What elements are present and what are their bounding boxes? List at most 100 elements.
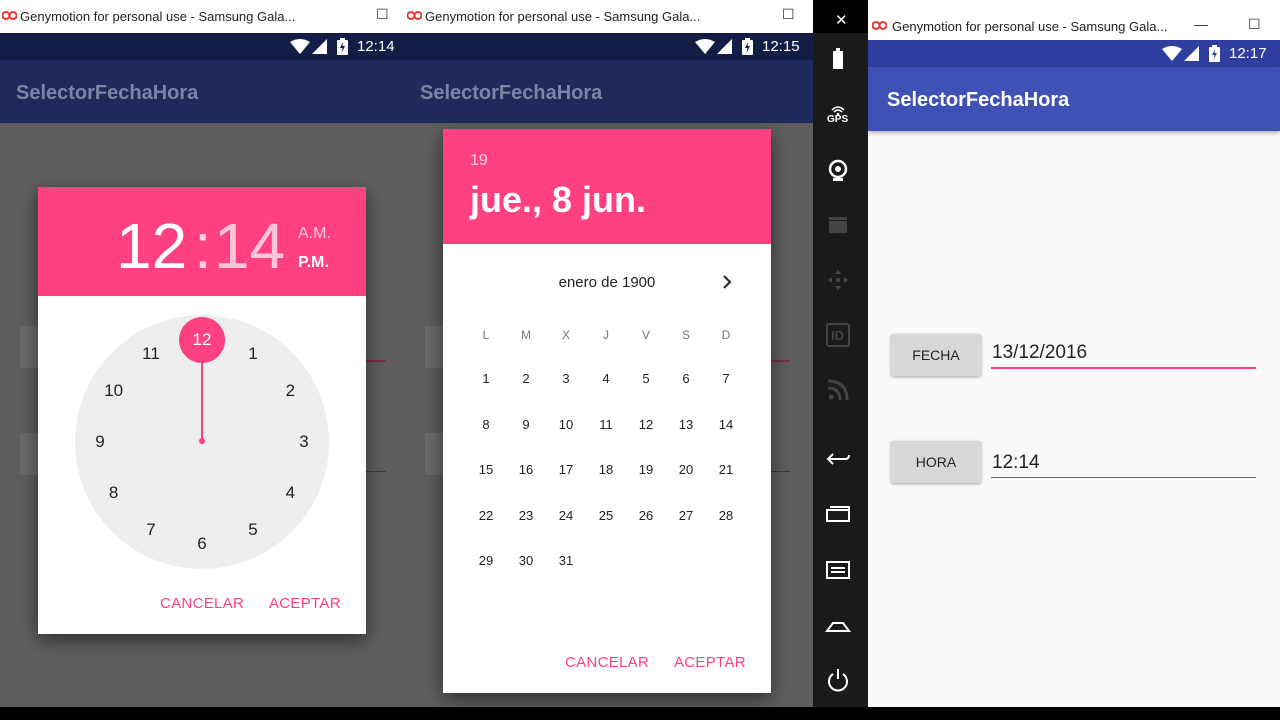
calendar-day[interactable]: 25 xyxy=(591,508,621,523)
clock-number[interactable]: 8 xyxy=(102,483,126,503)
window-titlebar[interactable]: Genymotion for personal use - Samsung Ga… xyxy=(0,0,405,33)
time-accept-button[interactable]: ACEPTAR xyxy=(269,595,341,612)
battery-icon[interactable] xyxy=(823,45,853,75)
calendar-day[interactable]: 27 xyxy=(671,508,701,523)
app-bar: SelectorFechaHora xyxy=(868,67,1280,131)
fecha-button-label: FECHA xyxy=(912,347,960,363)
window-titlebar[interactable]: Genymotion for personal use - Samsung Ga… xyxy=(868,0,1280,40)
home-icon[interactable] xyxy=(823,610,853,640)
calendar-day[interactable]: 15 xyxy=(471,462,501,477)
date-picker-dialog: 19 jue., 8 jun. enero de 1900 LMXJVSD123… xyxy=(443,129,771,693)
date-display[interactable]: jue., 8 jun. xyxy=(470,179,646,221)
calendar-day[interactable]: 18 xyxy=(591,462,621,477)
clock-number[interactable]: 2 xyxy=(278,381,302,401)
maximize-button[interactable]: ☐ xyxy=(782,6,795,23)
fecha-underline-dimmed xyxy=(366,360,386,362)
time-cancel-button[interactable]: CANCELAR xyxy=(160,595,244,612)
calendar-day[interactable]: 4 xyxy=(591,371,621,386)
window-titlebar[interactable]: Genymotion for personal use - Samsung Ga… xyxy=(405,0,813,33)
chevron-right-icon[interactable] xyxy=(719,273,735,291)
fecha-button[interactable]: FECHA xyxy=(891,334,981,376)
wifi-icon xyxy=(1162,46,1182,61)
emulator-window-2: Genymotion for personal use - Samsung Ga… xyxy=(405,0,813,707)
calendar-day[interactable]: 7 xyxy=(711,371,741,386)
am-toggle[interactable]: A.M. xyxy=(298,225,331,243)
back-icon[interactable] xyxy=(823,444,853,474)
date-cancel-button[interactable]: CANCELAR xyxy=(565,654,649,671)
hora-underline-dimmed xyxy=(366,471,386,472)
wifi-icon xyxy=(695,39,715,54)
calendar-day[interactable]: 11 xyxy=(591,417,621,432)
recents-icon[interactable] xyxy=(823,500,853,530)
clock-number[interactable]: 4 xyxy=(278,483,302,503)
calendar-day[interactable]: 6 xyxy=(671,371,701,386)
weekday-header: X xyxy=(561,328,570,342)
clock-number[interactable]: 10 xyxy=(102,381,126,401)
calendar-day[interactable]: 24 xyxy=(551,508,581,523)
calendar-day[interactable]: 8 xyxy=(471,417,501,432)
calendar-day[interactable]: 9 xyxy=(511,417,541,432)
calendar-day[interactable]: 17 xyxy=(551,462,581,477)
calendar-day[interactable]: 23 xyxy=(511,508,541,523)
maximize-button[interactable]: ☐ xyxy=(1248,16,1261,33)
weekday-header: M xyxy=(521,328,531,342)
calendar-day[interactable]: 3 xyxy=(551,371,581,386)
date-accept-button[interactable]: ACEPTAR xyxy=(674,654,746,671)
id-label: ID xyxy=(831,328,844,343)
pm-toggle[interactable]: P.M. xyxy=(298,254,329,272)
media-icon[interactable] xyxy=(823,210,853,240)
calendar-day[interactable]: 13 xyxy=(671,417,701,432)
calendar-day[interactable]: 5 xyxy=(631,371,661,386)
calendar-day[interactable]: 14 xyxy=(711,417,741,432)
clock-number[interactable]: 5 xyxy=(241,520,265,540)
fecha-underline-dimmed xyxy=(770,360,790,362)
clock-number[interactable]: 9 xyxy=(88,432,112,452)
hora-underline-dimmed xyxy=(770,471,790,472)
clock-number[interactable]: 3 xyxy=(292,432,316,452)
minute-display[interactable]: 14 xyxy=(214,209,285,283)
calendar-day[interactable]: 10 xyxy=(551,417,581,432)
year-display[interactable]: 19 xyxy=(470,152,488,170)
hour-display[interactable]: 12 xyxy=(116,209,187,283)
calendar-day[interactable]: 1 xyxy=(471,371,501,386)
hora-button-dimmed xyxy=(20,433,40,475)
hora-button[interactable]: HORA xyxy=(891,441,981,483)
genymotion-logo-icon xyxy=(872,21,887,30)
time-picker-header: 12 : 14 A.M. P.M. xyxy=(38,187,366,296)
calendar-day[interactable]: 31 xyxy=(551,553,581,568)
clock-number[interactable]: 11 xyxy=(139,344,163,364)
clock-selected-number: 12 xyxy=(192,330,212,349)
menu-icon[interactable] xyxy=(823,555,853,585)
hora-button-label: HORA xyxy=(915,454,957,470)
calendar-day[interactable]: 28 xyxy=(711,508,741,523)
calendar-day[interactable]: 2 xyxy=(511,371,541,386)
move-icon[interactable] xyxy=(823,265,853,295)
power-icon[interactable] xyxy=(823,665,853,695)
calendar-day[interactable]: 21 xyxy=(711,462,741,477)
fecha-button-dimmed xyxy=(425,326,445,368)
app-bar: SelectorFechaHora xyxy=(405,60,813,123)
maximize-button[interactable]: ☐ xyxy=(376,6,389,23)
time-colon: : xyxy=(194,210,212,282)
calendar-day[interactable]: 16 xyxy=(511,462,541,477)
calendar-day[interactable]: 20 xyxy=(671,462,701,477)
clock-number[interactable]: 1 xyxy=(241,344,265,364)
battery-charging-icon xyxy=(337,38,348,55)
calendar-day[interactable]: 22 xyxy=(471,508,501,523)
fecha-field[interactable]: 13/12/2016 xyxy=(992,342,1087,364)
clock-face[interactable]: 1 2 3 4 5 6 7 8 9 10 11 12 xyxy=(75,315,329,569)
minimize-button[interactable]: — xyxy=(1194,16,1208,32)
calendar-day[interactable]: 29 xyxy=(471,553,501,568)
status-time: 12:17 xyxy=(1229,45,1267,62)
webcam-icon[interactable] xyxy=(823,155,853,185)
hora-field[interactable]: 12:14 xyxy=(992,452,1040,474)
clock-number[interactable]: 7 xyxy=(139,520,163,540)
close-button[interactable]: ✕ xyxy=(835,11,848,29)
gps-label: GPS xyxy=(827,114,849,125)
calendar-day[interactable]: 19 xyxy=(631,462,661,477)
calendar-day[interactable]: 12 xyxy=(631,417,661,432)
calendar-day[interactable]: 26 xyxy=(631,508,661,523)
calendar-day[interactable]: 30 xyxy=(511,553,541,568)
rss-icon[interactable] xyxy=(823,375,853,405)
clock-number[interactable]: 6 xyxy=(190,534,214,554)
